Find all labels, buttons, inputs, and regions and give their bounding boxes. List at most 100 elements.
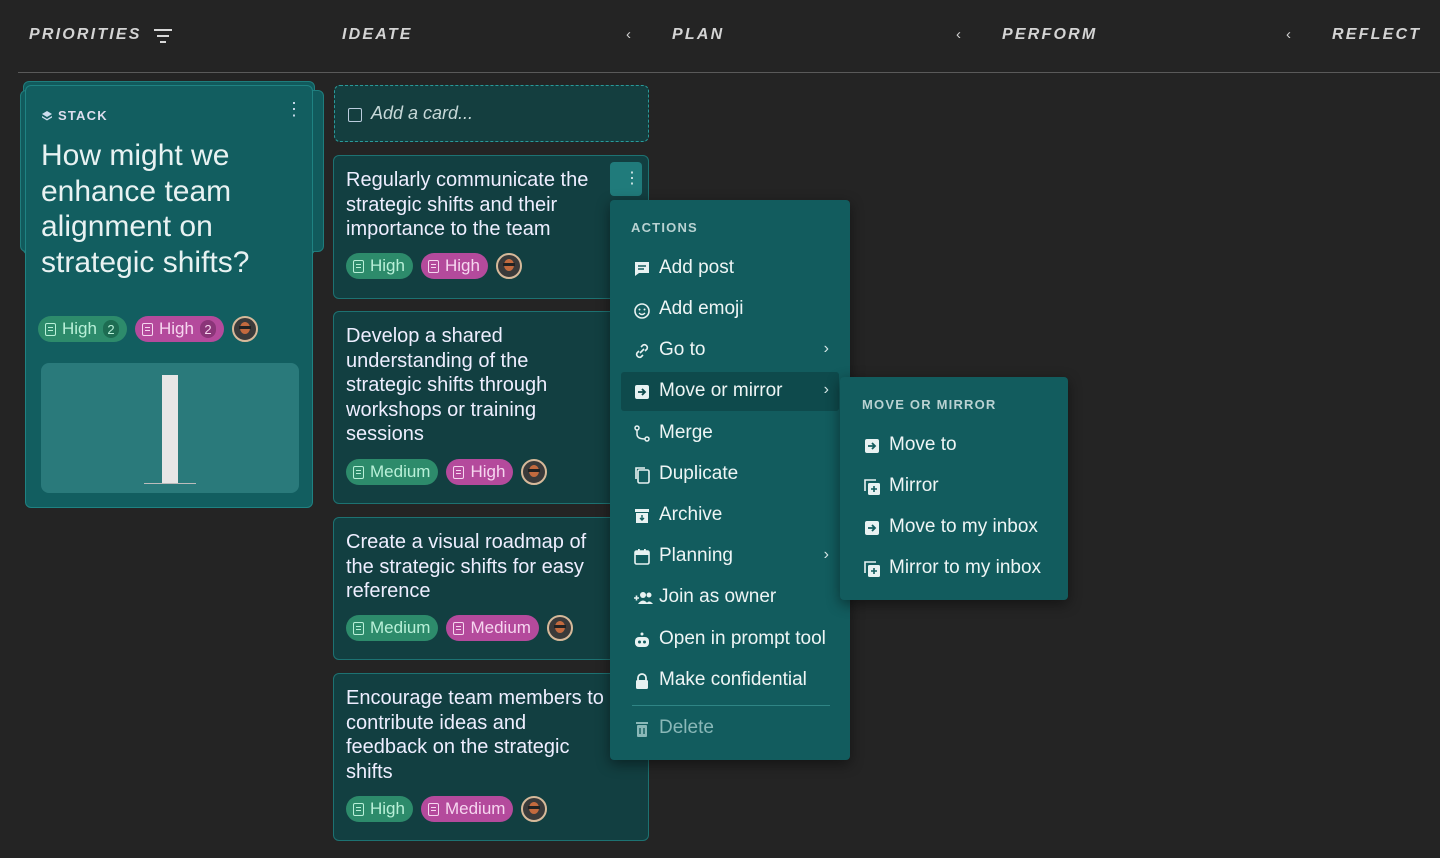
post-icon — [633, 260, 651, 278]
idea-card[interactable]: Regularly communicate the strategic shif… — [333, 155, 649, 299]
card-text: Develop a shared understanding of the st… — [346, 325, 548, 446]
priority-tag[interactable]: High — [346, 796, 413, 822]
layers-icon — [42, 111, 52, 121]
move-or-mirror-submenu: MOVE OR MIRROR Move to Mirror Move to my… — [840, 377, 1068, 600]
add-card-placeholder: Add a card... — [371, 103, 474, 123]
avatar[interactable] — [521, 796, 548, 822]
emoji-icon — [633, 301, 651, 319]
robot-icon — [633, 631, 651, 649]
card-tags: Medium High — [346, 459, 548, 485]
actions-menu: ACTIONS Add post Add emoji Go to › Move … — [610, 200, 850, 760]
menu-item-join-as-owner[interactable]: Join as owner — [621, 578, 839, 617]
priority-tag[interactable]: Medium — [420, 796, 514, 822]
tag-icon — [453, 621, 465, 635]
move-icon — [863, 437, 881, 455]
submenu-item-move-to[interactable]: Move to — [851, 426, 1057, 465]
menu-item-duplicate[interactable]: Duplicate — [621, 455, 839, 494]
duplicate-icon — [633, 466, 651, 484]
tag-icon — [427, 802, 439, 816]
archive-icon — [633, 507, 651, 525]
submenu-item-move-to-my-inbox[interactable]: Move to my inbox — [851, 508, 1057, 547]
priority-tag[interactable]: High 2 — [134, 316, 224, 342]
tag-icon — [353, 259, 364, 273]
avatar[interactable] — [546, 615, 573, 641]
column-header-plan: PLAN — [672, 26, 725, 43]
priority-tag[interactable]: High — [420, 253, 488, 279]
column-header-perform: PERFORM — [1002, 26, 1098, 43]
idea-card[interactable]: Encourage team members to contribute ide… — [333, 673, 649, 841]
menu-item-add-post[interactable]: Add post — [621, 249, 839, 288]
submenu-header: MOVE OR MIRROR — [862, 397, 997, 412]
card-tags: Medium Medium — [346, 615, 573, 641]
move-icon — [633, 383, 651, 401]
menu-item-merge[interactable]: Merge — [621, 414, 839, 453]
menu-item-open-in-prompt-tool[interactable]: Open in prompt tool — [621, 620, 839, 659]
menu-item-planning[interactable]: Planning › — [621, 537, 839, 576]
more-icon: ⋮ — [624, 170, 640, 187]
tag-icon — [353, 465, 364, 479]
priority-tag[interactable]: Medium — [346, 615, 439, 641]
submenu-item-mirror[interactable]: Mirror — [851, 467, 1057, 506]
idea-card[interactable]: Create a visual roadmap of the strategic… — [333, 517, 649, 660]
merge-icon — [633, 425, 651, 443]
tag-icon — [453, 465, 465, 479]
tag-icon — [353, 621, 364, 635]
lock-icon — [633, 672, 651, 690]
menu-item-make-confidential[interactable]: Make confidential — [621, 661, 839, 700]
priority-tag[interactable]: Medium — [446, 615, 539, 641]
tag-icon — [427, 259, 439, 273]
menu-item-go-to[interactable]: Go to › — [621, 331, 839, 370]
column-header-priorities: PRIORITIES — [29, 26, 142, 43]
preview-bar — [162, 375, 178, 483]
priority-tag[interactable]: High — [346, 253, 413, 279]
column-header-reflect: REFLECT — [1332, 26, 1422, 43]
menu-item-move-or-mirror[interactable]: Move or mirror › — [621, 372, 839, 411]
chevron-right-icon: › — [823, 340, 829, 357]
card-tags: High High — [346, 253, 522, 279]
menu-item-add-emoji[interactable]: Add emoji — [621, 290, 839, 329]
add-card-icon — [348, 108, 362, 122]
preview-baseline — [144, 483, 196, 484]
avatar[interactable] — [495, 253, 522, 279]
menu-item-archive[interactable]: Archive — [621, 496, 839, 535]
avatar[interactable] — [231, 316, 258, 342]
menu-separator — [632, 705, 830, 706]
collapse-perform-chevron-icon[interactable]: ‹ — [1286, 26, 1291, 43]
menu-item-delete[interactable]: Delete — [621, 709, 839, 748]
submenu-item-mirror-to-my-inbox[interactable]: Mirror to my inbox — [851, 549, 1057, 588]
collapse-ideate-chevron-icon[interactable]: ‹ — [626, 26, 631, 43]
priority-tag[interactable]: High 2 — [38, 316, 127, 342]
add-card-input[interactable]: Add a card... — [334, 85, 649, 142]
card-text: Encourage team members to contribute ide… — [346, 687, 604, 783]
stack-title: How might we enhance team alignment on s… — [41, 139, 250, 279]
filter-icon[interactable] — [154, 29, 172, 43]
tag-count: 2 — [102, 320, 119, 338]
idea-card[interactable]: Develop a shared understanding of the st… — [333, 311, 649, 504]
stack-more-icon[interactable]: ⋮ — [285, 100, 303, 118]
actions-menu-header: ACTIONS — [631, 220, 698, 235]
stack-preview-chart — [41, 363, 299, 493]
move-icon — [863, 519, 881, 537]
stack-tags: High 2 High 2 — [38, 316, 258, 342]
chevron-right-icon: › — [823, 546, 829, 563]
card-more-button[interactable]: ⋮ — [610, 162, 642, 196]
mirror-icon — [863, 560, 881, 578]
mirror-icon — [863, 478, 881, 496]
tag-count: 2 — [199, 320, 216, 338]
card-text: Create a visual roadmap of the strategic… — [346, 531, 587, 603]
link-icon — [633, 342, 651, 360]
avatar[interactable] — [521, 459, 548, 485]
join-icon — [633, 589, 653, 607]
collapse-plan-chevron-icon[interactable]: ‹ — [956, 26, 961, 43]
tag-icon — [141, 322, 153, 336]
header-divider — [18, 72, 1440, 73]
stack-card[interactable]: STACK ⋮ How might we enhance team alignm… — [25, 85, 313, 508]
priority-tag[interactable]: Medium — [346, 459, 439, 485]
trash-icon — [633, 720, 651, 738]
tag-icon — [353, 802, 364, 816]
chevron-right-icon: › — [823, 381, 829, 398]
tag-icon — [45, 322, 56, 336]
stack-label: STACK — [42, 108, 108, 123]
card-text: Regularly communicate the strategic shif… — [346, 169, 589, 241]
priority-tag[interactable]: High — [446, 459, 514, 485]
